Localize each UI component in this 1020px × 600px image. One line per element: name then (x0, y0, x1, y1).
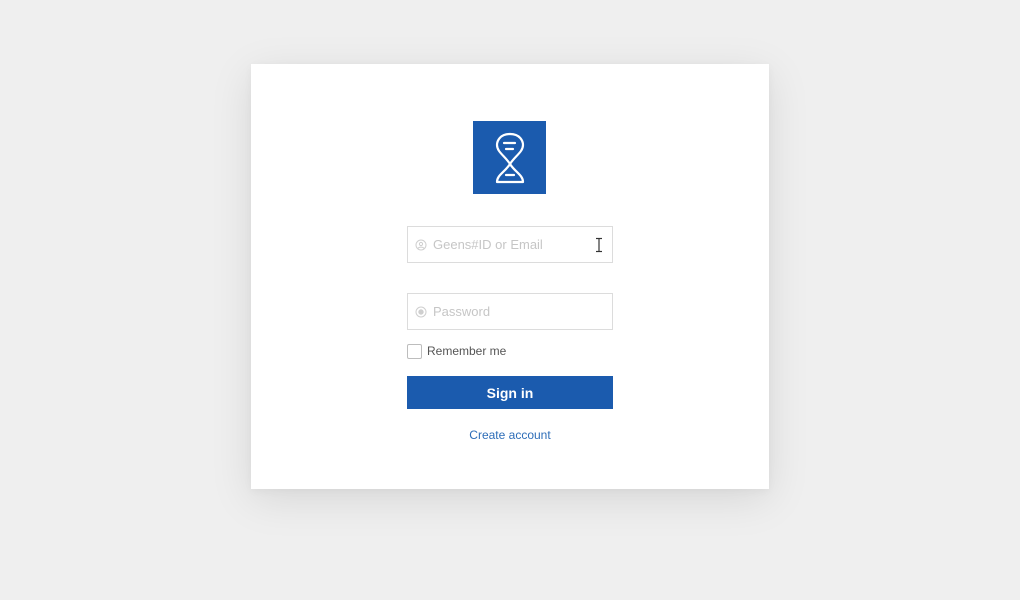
id-email-input[interactable] (433, 229, 583, 260)
login-card: Remember me Sign in Create account (251, 64, 769, 489)
remember-me-checkbox[interactable] (407, 343, 422, 359)
password-input[interactable] (433, 296, 583, 327)
circle-user-icon (415, 239, 427, 251)
id-email-field[interactable] (407, 226, 613, 263)
lock-circle-icon (415, 306, 427, 318)
remember-me-row[interactable]: Remember me (407, 343, 506, 359)
text-cursor-icon (595, 237, 603, 253)
hourglass-dna-logo-icon (473, 121, 546, 194)
create-account-link[interactable]: Create account (407, 428, 613, 442)
sign-in-button[interactable]: Sign in (407, 376, 613, 409)
password-field[interactable] (407, 293, 613, 330)
remember-me-label: Remember me (427, 344, 507, 358)
